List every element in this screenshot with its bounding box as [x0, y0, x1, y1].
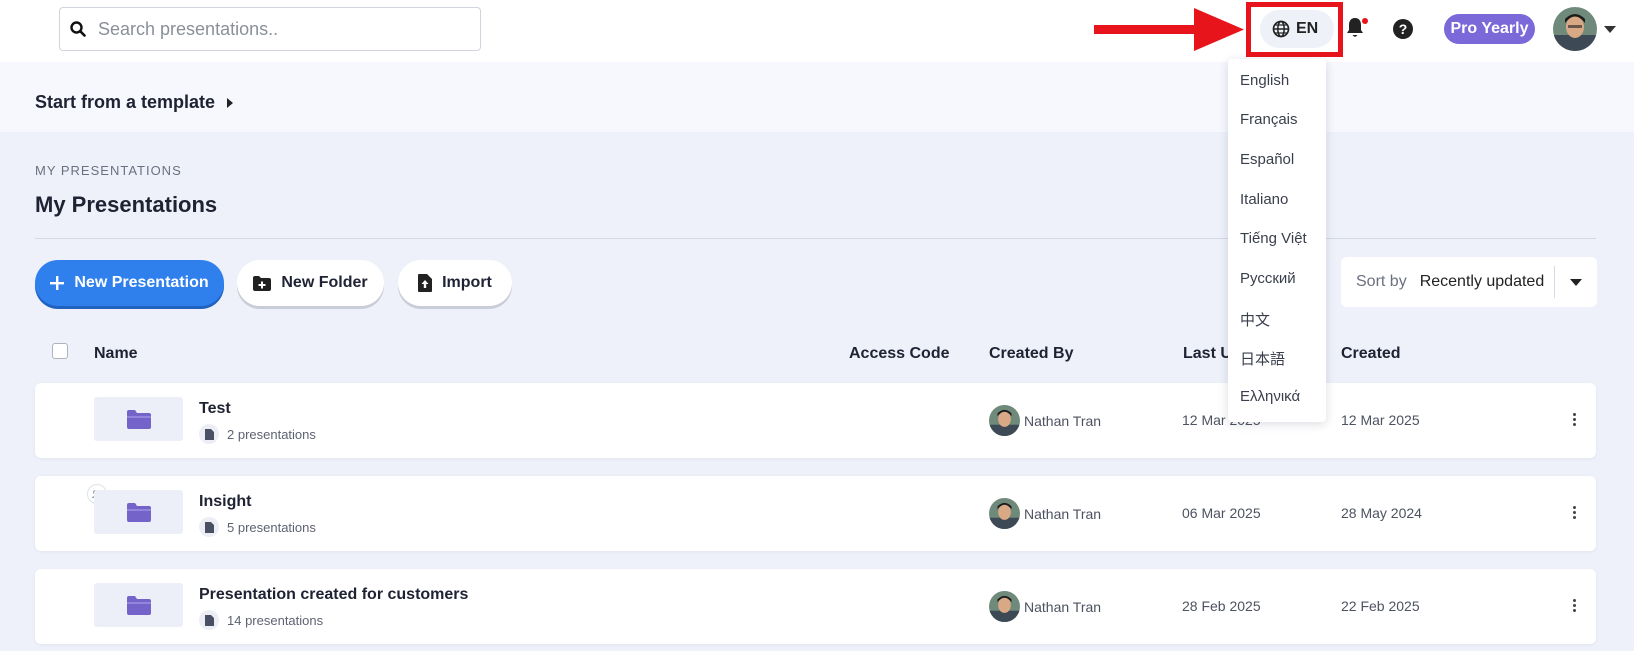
avatar: [989, 498, 1020, 529]
table-row[interactable]: Presentation created for customers 14 pr…: [35, 569, 1596, 644]
created-date: 28 May 2024: [1341, 505, 1422, 521]
presentation-count-label: 14 presentations: [227, 612, 324, 628]
kebab-menu-icon[interactable]: [1573, 413, 1577, 426]
language-option-russian[interactable]: Русский: [1240, 270, 1296, 287]
search-icon: [70, 21, 86, 37]
sort-label: Sort by: [1356, 273, 1407, 290]
presentation-count-label: 5 presentations: [227, 519, 316, 535]
user-avatar[interactable]: [1553, 7, 1597, 51]
avatar-photo-icon: [989, 591, 1020, 622]
avatar: [989, 405, 1020, 436]
caret-right-icon: [227, 97, 234, 108]
presentation-count: 2 presentations: [199, 424, 316, 444]
folder-icon: [126, 409, 151, 429]
language-option-spanish[interactable]: Español: [1240, 151, 1294, 168]
folder-name[interactable]: Insight: [199, 493, 251, 511]
presentation-count: 5 presentations: [199, 517, 316, 537]
language-option-vietnamese[interactable]: Tiếng Việt: [1240, 230, 1307, 247]
avatar-photo-icon: [989, 405, 1020, 436]
file-upload-icon: [418, 274, 433, 292]
annotation-arrow-icon: [1094, 8, 1244, 51]
folder-thumbnail: [94, 490, 183, 534]
globe-icon: [1272, 20, 1290, 38]
notification-dot: [1362, 18, 1368, 24]
column-header-access-code[interactable]: Access Code: [849, 345, 950, 363]
section-label: MY PRESENTATIONS: [35, 163, 182, 178]
kebab-menu-icon[interactable]: [1573, 506, 1577, 519]
search-box[interactable]: [59, 7, 481, 51]
language-code: EN: [1296, 20, 1319, 37]
creator-name: Nathan Tran: [1024, 412, 1102, 429]
creator-name: Nathan Tran: [1024, 598, 1102, 615]
avatar-photo-icon: [1553, 7, 1597, 51]
last-updated-date: 06 Mar 2025: [1182, 505, 1261, 521]
creator-name: Nathan Tran: [1024, 505, 1102, 522]
last-updated-date: 28 Feb 2025: [1182, 598, 1261, 614]
folder-name[interactable]: Test: [199, 400, 231, 418]
sort-dropdown[interactable]: Sort by Recently updated: [1341, 257, 1597, 307]
folder-icon: [126, 502, 151, 522]
created-by: Nathan Tran: [989, 405, 1101, 436]
language-option-greek[interactable]: Ελληνικά: [1240, 388, 1300, 405]
new-folder-button[interactable]: New Folder: [237, 260, 384, 306]
user-menu-chevron-down-icon[interactable]: [1604, 26, 1616, 33]
avatar-photo-icon: [989, 498, 1020, 529]
document-icon: [199, 424, 219, 444]
import-label: Import: [442, 274, 492, 291]
sort-value: Recently updated: [1419, 273, 1545, 290]
notifications-button[interactable]: [1344, 16, 1368, 42]
help-button[interactable]: ?: [1393, 19, 1413, 39]
section-divider: [35, 238, 1596, 239]
folder-name[interactable]: Presentation created for customers: [199, 586, 468, 604]
created-by: Nathan Tran: [989, 498, 1101, 529]
import-button[interactable]: Import: [398, 260, 512, 306]
new-folder-label: New Folder: [281, 274, 368, 291]
start-from-template-link[interactable]: Start from a template: [35, 92, 234, 113]
language-option-chinese[interactable]: 中文: [1240, 309, 1270, 330]
template-link-label: Start from a template: [35, 92, 216, 112]
column-header-name[interactable]: Name: [94, 345, 138, 363]
created-by: Nathan Tran: [989, 591, 1101, 622]
language-option-italian[interactable]: Italiano: [1240, 191, 1288, 208]
chevron-down-icon[interactable]: [1570, 279, 1582, 286]
language-switcher-button[interactable]: EN: [1260, 10, 1334, 48]
folder-icon: [126, 595, 151, 615]
sort-separator: [1554, 266, 1555, 298]
avatar: [989, 591, 1020, 622]
language-option-french[interactable]: Français: [1240, 111, 1298, 128]
table-row[interactable]: Insight 5 presentations Nathan Tran 06 M…: [35, 476, 1596, 551]
column-header-created[interactable]: Created: [1341, 345, 1401, 363]
template-bar: Start from a template: [0, 62, 1634, 132]
search-input[interactable]: [98, 18, 458, 40]
new-presentation-label: New Presentation: [74, 274, 209, 291]
table-row[interactable]: Test 2 presentations Nathan Tran 12 Mar …: [35, 383, 1596, 458]
presentation-count: 14 presentations: [199, 610, 323, 630]
plan-badge[interactable]: Pro Yearly: [1444, 14, 1535, 44]
select-all-checkbox[interactable]: [52, 343, 68, 359]
folder-plus-icon: [253, 275, 272, 291]
language-dropdown-menu: English Français Español Italiano Tiếng …: [1228, 59, 1326, 422]
new-presentation-button[interactable]: New Presentation: [35, 260, 224, 306]
presentation-count-label: 2 presentations: [227, 426, 316, 442]
kebab-menu-icon[interactable]: [1573, 599, 1577, 612]
top-header: [0, 0, 1634, 62]
language-option-japanese[interactable]: 日本語: [1240, 348, 1285, 369]
help-icon: ?: [1398, 21, 1408, 37]
page-title: My Presentations: [35, 192, 218, 217]
document-icon: [199, 517, 219, 537]
plus-icon: [50, 276, 65, 290]
created-date: 12 Mar 2025: [1341, 412, 1420, 428]
document-icon: [199, 610, 219, 630]
folder-thumbnail: [94, 397, 183, 441]
created-date: 22 Feb 2025: [1341, 598, 1420, 614]
column-header-created-by[interactable]: Created By: [989, 345, 1073, 363]
folder-thumbnail: [94, 583, 183, 627]
language-option-english[interactable]: English: [1240, 72, 1289, 89]
